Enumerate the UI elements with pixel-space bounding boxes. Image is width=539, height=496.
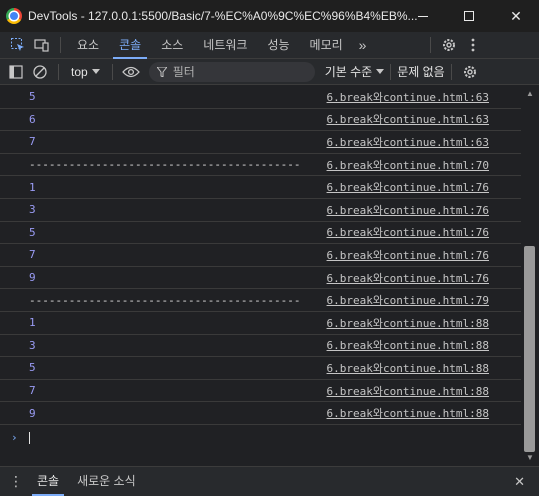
log-levels-label: 기본 수준 bbox=[324, 65, 373, 79]
prompt-chevron-icon: › bbox=[11, 431, 18, 445]
filter-input[interactable]: 필터 bbox=[148, 61, 315, 82]
console-message-text: 1 bbox=[29, 316, 36, 330]
tab-console[interactable]: 콘솔 bbox=[109, 32, 151, 59]
console-prompt[interactable]: › bbox=[0, 425, 521, 451]
console-message-row: 1 6.break와continue.html:76 bbox=[0, 176, 521, 199]
eye-icon[interactable] bbox=[119, 60, 143, 84]
source-link[interactable]: 6.break와continue.html:88 bbox=[327, 360, 489, 376]
tab-network[interactable]: 네트워크 bbox=[193, 32, 257, 59]
console-message-row: 1 6.break와continue.html:88 bbox=[0, 312, 521, 335]
toolbar-divider bbox=[111, 63, 113, 80]
drawer-menu-icon[interactable]: ⋮ bbox=[4, 473, 28, 490]
minimize-button[interactable] bbox=[400, 0, 446, 32]
console-message-text: 7 bbox=[29, 384, 36, 398]
tab-memory[interactable]: 메모리 bbox=[300, 32, 353, 59]
console-message-row: 5 6.break와continue.html:76 bbox=[0, 222, 521, 245]
tab-sources[interactable]: 소스 bbox=[151, 32, 193, 59]
toolbar-divider bbox=[450, 63, 452, 80]
console-toolbar: top 필터 기본 수준 문제 없음 bbox=[0, 59, 539, 85]
text-caret bbox=[28, 431, 30, 444]
console-message-row: 3 6.break와continue.html:76 bbox=[0, 199, 521, 222]
console-log[interactable]: 5 6.break와continue.html:63 6 6.break와contin… bbox=[0, 86, 521, 464]
console-message-text: ----------------------------------------… bbox=[29, 158, 301, 172]
clear-console-icon[interactable] bbox=[28, 60, 52, 84]
console-message-text: 5 bbox=[29, 225, 36, 239]
source-link[interactable]: 6.break와continue.html:88 bbox=[327, 315, 489, 331]
source-link[interactable]: 6.break와continue.html:63 bbox=[327, 134, 489, 150]
source-link[interactable]: 6.break와continue.html:76 bbox=[327, 179, 489, 195]
close-window-button[interactable]: ✕ bbox=[493, 0, 539, 32]
console-message-row: 5 6.break와continue.html:63 bbox=[0, 86, 521, 109]
maximize-icon bbox=[464, 11, 474, 21]
window-title: DevTools - 127.0.0.1:5500/Basic/7-%EC%A0… bbox=[28, 9, 418, 23]
console-message-text: 7 bbox=[29, 135, 36, 149]
source-link[interactable]: 6.break와continue.html:70 bbox=[327, 157, 489, 173]
more-tabs-button[interactable]: » bbox=[353, 37, 373, 53]
console-message-text: ----------------------------------------… bbox=[29, 293, 301, 307]
source-link[interactable]: 6.break와continue.html:88 bbox=[327, 405, 489, 421]
console-message-row: 6 6.break와continue.html:63 bbox=[0, 109, 521, 132]
console-message-row: 3 6.break와continue.html:88 bbox=[0, 335, 521, 358]
console-message-text: 9 bbox=[29, 406, 36, 420]
console-message-text: 3 bbox=[29, 203, 36, 217]
source-link[interactable]: 6.break와continue.html:76 bbox=[327, 202, 489, 218]
context-selector[interactable]: top bbox=[65, 65, 106, 79]
toolbar-divider bbox=[60, 37, 61, 53]
console-message-text: 6 bbox=[29, 112, 36, 126]
tab-elements[interactable]: 요소 bbox=[67, 32, 109, 59]
settings-gear-icon[interactable] bbox=[437, 33, 461, 57]
source-link[interactable]: 6.break와continue.html:76 bbox=[327, 270, 489, 286]
chevron-down-icon bbox=[91, 68, 100, 74]
source-link[interactable]: 6.break와continue.html:88 bbox=[327, 383, 489, 399]
inspect-element-icon[interactable] bbox=[6, 33, 30, 57]
source-link[interactable]: 6.break와continue.html:76 bbox=[327, 247, 489, 263]
console-message-row: 7 6.break와continue.html:76 bbox=[0, 244, 521, 267]
more-options-icon[interactable] bbox=[461, 33, 485, 57]
scrollbar-thumb[interactable] bbox=[524, 246, 535, 452]
drawer-tab-bar: ⋮ 콘솔 새로운 소식 ✕ bbox=[0, 466, 539, 496]
toolbar-divider bbox=[58, 63, 59, 80]
console-message-row: ----------------------------------------… bbox=[0, 289, 521, 312]
console-message-row: ----------------------------------------… bbox=[0, 154, 521, 177]
console-message-row: 7 6.break와continue.html:88 bbox=[0, 380, 521, 403]
scroll-down-arrow-icon[interactable]: ▼ bbox=[521, 450, 539, 464]
source-link[interactable]: 6.break와continue.html:76 bbox=[327, 224, 489, 240]
console-message-text: 3 bbox=[29, 338, 36, 352]
drawer-tab-whats-new[interactable]: 새로운 소식 bbox=[68, 467, 145, 496]
chevron-down-icon bbox=[376, 68, 385, 74]
toolbar-divider bbox=[430, 37, 432, 53]
device-toolbar-icon[interactable] bbox=[30, 33, 54, 57]
console-messages: 5 6.break와continue.html:63 6 6.break와contin… bbox=[0, 86, 521, 425]
source-link[interactable]: 6.break와continue.html:63 bbox=[327, 111, 489, 127]
console-message-row: 5 6.break와continue.html:88 bbox=[0, 357, 521, 380]
filter-funnel-icon bbox=[156, 66, 167, 77]
sidebar-toggle-icon[interactable] bbox=[4, 60, 28, 84]
drawer-tab-console[interactable]: 콘솔 bbox=[28, 467, 68, 496]
source-link[interactable]: 6.break와continue.html:88 bbox=[327, 337, 489, 353]
filter-placeholder: 필터 bbox=[172, 65, 195, 79]
console-message-row: 7 6.break와continue.html:63 bbox=[0, 131, 521, 154]
source-link[interactable]: 6.break와continue.html:63 bbox=[327, 89, 489, 105]
tab-performance[interactable]: 성능 bbox=[257, 32, 299, 59]
scroll-up-arrow-icon[interactable]: ▲ bbox=[521, 86, 539, 100]
maximize-button[interactable] bbox=[446, 0, 492, 32]
chrome-logo-icon bbox=[6, 8, 22, 24]
toolbar-divider bbox=[390, 63, 392, 80]
console-message-row: 9 6.break와continue.html:76 bbox=[0, 267, 521, 290]
console-message-row: 9 6.break와continue.html:88 bbox=[0, 402, 521, 425]
console-message-text: 5 bbox=[29, 361, 36, 375]
console-message-text: 9 bbox=[29, 271, 36, 285]
issues-counter[interactable]: 문제 없음 bbox=[397, 63, 445, 80]
context-label: top bbox=[71, 64, 88, 79]
window-titlebar: DevTools - 127.0.0.1:5500/Basic/7-%EC%A0… bbox=[0, 0, 539, 32]
minimize-icon bbox=[418, 15, 428, 17]
drawer-close-button[interactable]: ✕ bbox=[514, 474, 525, 490]
console-message-text: 5 bbox=[29, 90, 36, 104]
log-levels-dropdown[interactable]: 기본 수준 bbox=[325, 63, 385, 80]
console-message-text: 7 bbox=[29, 248, 36, 262]
devtools-tab-bar: 요소 콘솔 소스 네트워크 성능 메모리 » bbox=[0, 32, 539, 59]
source-link[interactable]: 6.break와continue.html:79 bbox=[327, 292, 489, 308]
console-message-text: 1 bbox=[29, 180, 36, 194]
console-settings-gear-icon[interactable] bbox=[458, 60, 482, 84]
